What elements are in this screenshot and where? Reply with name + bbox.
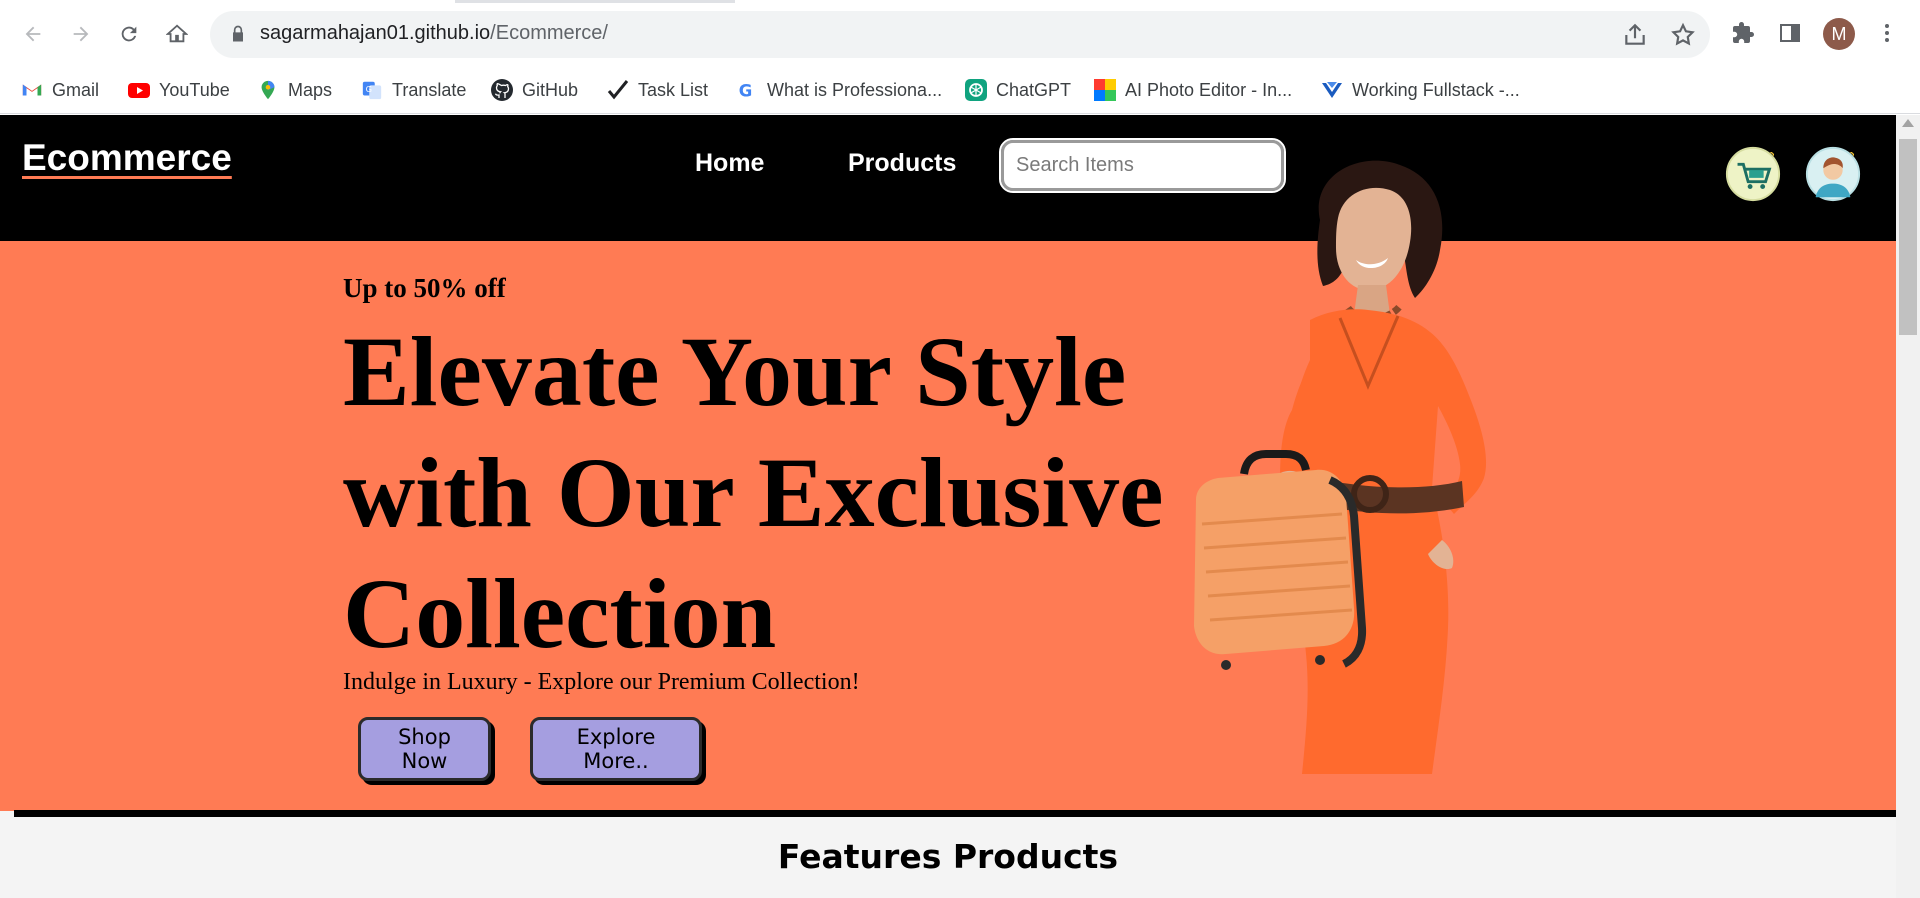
bookmark-label: Gmail (52, 79, 100, 100)
promo-text: Up to 50% off (343, 273, 506, 303)
bookmark-gmail[interactable]: Gmail (20, 76, 99, 104)
menu-button[interactable] (1872, 18, 1902, 48)
puzzle-icon (1733, 22, 1754, 43)
bookmark-label: Task List (638, 79, 709, 100)
photo-editor-icon (1093, 78, 1117, 102)
bookmark-fullstack[interactable]: Working Fullstack -... (1320, 76, 1520, 104)
site-header: Ecommerce Home Products (0, 115, 1896, 241)
bookmark-label: What is Professiona... (767, 79, 943, 100)
side-panel-icon (1780, 24, 1800, 42)
scroll-up-arrow-icon[interactable] (1902, 119, 1914, 127)
profile-avatar[interactable]: M (1823, 18, 1855, 50)
bookmark-professional[interactable]: G What is Professiona... (735, 76, 942, 104)
user-avatar-icon[interactable] (1804, 145, 1862, 203)
share-icon[interactable] (1622, 22, 1648, 48)
hero-divider (14, 810, 1896, 817)
hero-banner: Up to 50% off Elevate Your Style with Ou… (0, 241, 1896, 811)
bookmark-task-list[interactable]: Task List (606, 76, 708, 104)
forward-arrow-icon (73, 26, 89, 42)
url-text: sagarmahajan01.github.io/Ecommerce/ (260, 22, 608, 44)
bookmark-github[interactable]: GitHub (490, 76, 578, 104)
site-logo[interactable]: Ecommerce (22, 137, 232, 179)
back-button[interactable] (16, 17, 50, 51)
lock-icon (233, 25, 243, 42)
youtube-icon (127, 78, 151, 102)
bookmark-youtube[interactable]: YouTube (127, 76, 230, 104)
bookmark-label: Translate (392, 79, 467, 100)
svg-text:G: G (366, 84, 372, 94)
checkmark-icon (606, 78, 630, 102)
gmail-icon (20, 78, 44, 102)
address-bar[interactable]: sagarmahajan01.github.io/Ecommerce/ (210, 11, 1710, 58)
nav-home[interactable]: Home (695, 149, 764, 178)
active-tab-indicator (455, 0, 735, 3)
reload-button[interactable] (112, 17, 146, 51)
page-scrollbar[interactable] (1896, 115, 1920, 898)
explore-more-button[interactable]: Explore More.. (530, 717, 702, 781)
bookmark-translate[interactable]: G Translate (360, 76, 466, 104)
kebab-menu-icon (1885, 24, 1889, 42)
forward-button[interactable] (64, 17, 98, 51)
bookmark-photo-editor[interactable]: AI Photo Editor - In... (1093, 76, 1292, 104)
hero-title-line: Collection (343, 558, 777, 669)
translate-icon: G (360, 78, 384, 102)
hero-title: Elevate Your Style with Our Exclusive Co… (343, 311, 1263, 674)
shop-now-button[interactable]: Shop Now (358, 717, 491, 781)
chatgpt-icon (964, 78, 988, 102)
page-viewport: Ecommerce Home Products Up to 50% off El… (0, 115, 1896, 898)
back-arrow-icon (25, 26, 41, 42)
browser-toolbar: sagarmahajan01.github.io/Ecommerce/ M (0, 0, 1920, 68)
reload-icon (121, 26, 137, 42)
bookmarks-bar: Gmail YouTube Maps G Translate GitHub Ta… (0, 68, 1920, 114)
nav-products[interactable]: Products (848, 149, 956, 178)
hero-subtitle: Indulge in Luxury - Explore our Premium … (343, 669, 860, 695)
home-icon (166, 24, 188, 43)
features-title: Features Products (777, 837, 1119, 876)
hero-title-line: with Our Exclusive (343, 437, 1164, 548)
home-button[interactable] (160, 17, 194, 51)
bookmark-label: AI Photo Editor - In... (1125, 79, 1293, 100)
profile-initial: M (1831, 23, 1847, 44)
fullstack-icon (1320, 78, 1344, 102)
scrollbar-thumb[interactable] (1899, 139, 1917, 335)
bookmark-star-icon[interactable] (1670, 22, 1696, 48)
cart-icon[interactable] (1724, 145, 1782, 203)
bookmark-label: Maps (288, 79, 333, 100)
github-icon (490, 78, 514, 102)
bookmark-label: YouTube (159, 79, 230, 100)
maps-icon (256, 78, 280, 102)
bookmark-label: ChatGPT (996, 79, 1072, 100)
bookmark-label: GitHub (522, 79, 579, 100)
google-icon: G (735, 78, 759, 102)
hero-title-line: Elevate Your Style (343, 316, 1127, 427)
bookmark-maps[interactable]: Maps (256, 76, 332, 104)
svg-text:G: G (739, 81, 753, 100)
extensions-button[interactable] (1728, 18, 1758, 48)
hero-model-image (1194, 160, 1487, 774)
side-panel-button[interactable] (1775, 18, 1805, 48)
bookmark-chatgpt[interactable]: ChatGPT (964, 76, 1071, 104)
bookmark-label: Working Fullstack -... (1352, 79, 1520, 100)
